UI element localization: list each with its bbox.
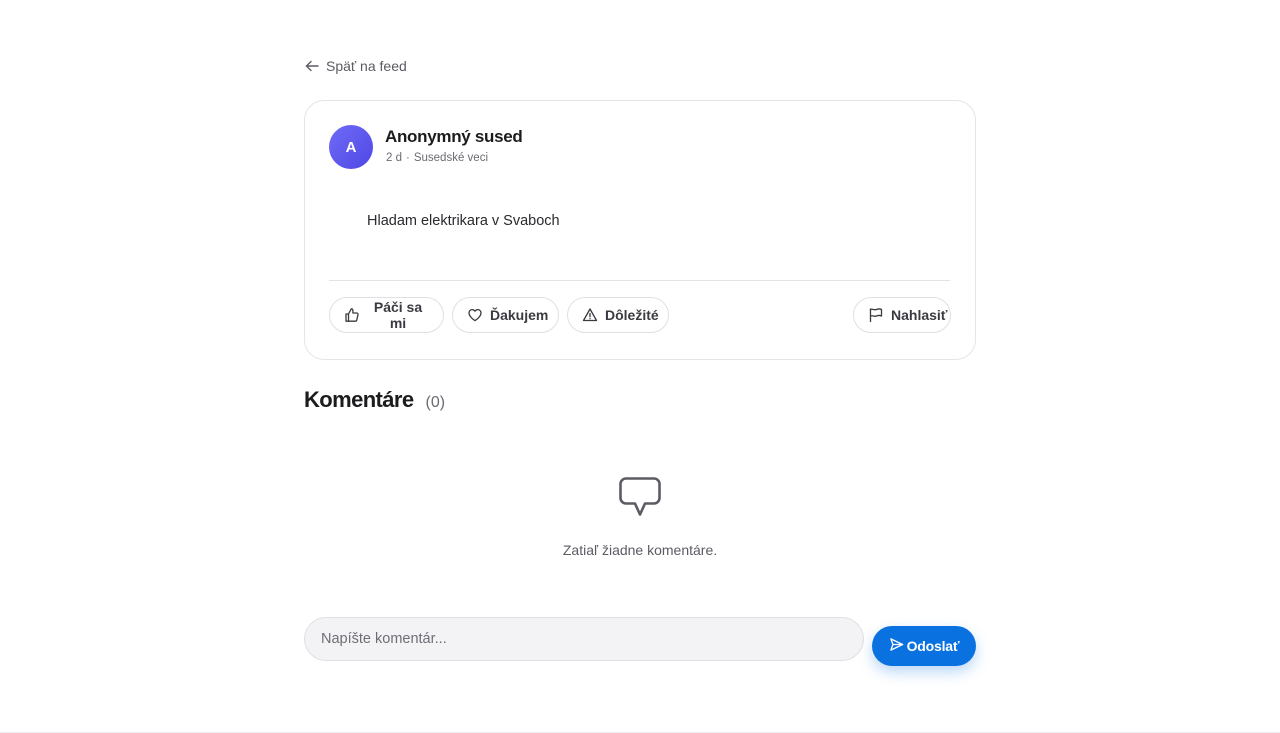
post-age: 2 d [386,152,402,164]
meta-separator: · [406,152,410,164]
thanks-button[interactable]: Ďakujem [452,297,559,333]
back-to-feed-link[interactable]: Späť na feed [304,56,407,76]
post-author: Anonymný sused [385,127,523,146]
thumbs-up-icon [344,307,360,323]
avatar: A [329,125,373,169]
thanks-label: Ďakujem [490,307,549,323]
comments-title: Komentáre [304,387,414,412]
heart-icon [467,307,483,323]
comments-count: (0) [425,394,446,411]
send-button[interactable]: Odoslať [872,626,976,666]
arrow-left-icon [304,58,320,74]
send-label: Odoslať [906,638,960,654]
important-button[interactable]: Dôležité [567,297,669,333]
flag-icon [868,307,884,323]
empty-state-text: Zatiaľ žiadne komentáre. [562,542,718,558]
divider [329,280,950,281]
important-label: Dôležité [605,307,659,323]
comments-empty-state: Zatiaľ žiadne komentáre. [304,476,976,558]
comments-header: Komentáre (0) [304,387,445,413]
reaction-bar: Páči sa mi Ďakujem Dôležité Nahlasiť [329,297,951,335]
post-meta: 2 d · Susedské veci [386,152,488,164]
send-icon [889,637,904,655]
report-button[interactable]: Nahlasiť [853,297,951,333]
like-label: Páči sa mi [373,299,423,331]
comment-input[interactable] [304,617,864,661]
post-body: Hladam elektrikara v Svaboch [367,213,560,229]
report-label: Nahlasiť [891,307,948,323]
post-detail-page: Späť na feed A Anonymný sused 2 d · Suse… [0,0,1280,733]
warning-triangle-icon [582,307,598,323]
post-category: Susedské veci [413,152,488,164]
back-link-label: Späť na feed [326,58,407,74]
post-card: A Anonymný sused 2 d · Susedské veci Hla… [304,100,976,360]
like-button[interactable]: Páči sa mi [329,297,444,333]
speech-bubble-icon [304,476,976,518]
